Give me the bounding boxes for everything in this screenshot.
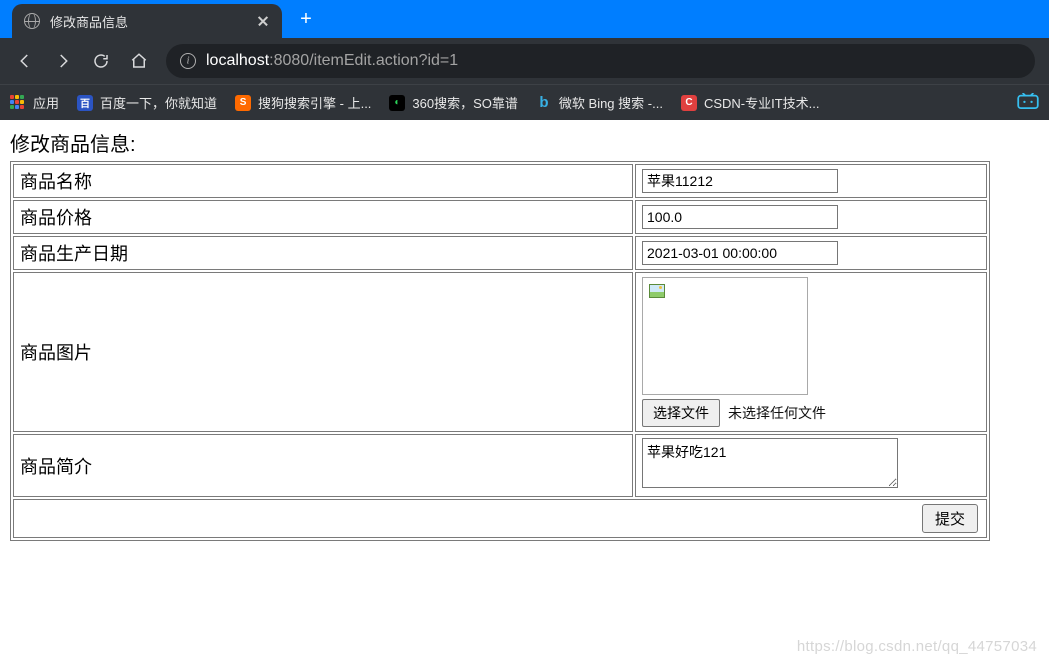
bookmark-label: 360搜索，SO靠谱 (412, 93, 517, 112)
input-price[interactable] (642, 205, 838, 229)
file-input-row: 选择文件 未选择任何文件 (642, 399, 980, 427)
bookmarks-bar: 应用 百 百度一下，你就知道 S 搜狗搜索引擎 - 上... ◐ 360搜索，S… (0, 84, 1049, 120)
forward-button[interactable] (46, 44, 80, 78)
back-button[interactable] (8, 44, 42, 78)
new-tab-button[interactable]: + (292, 5, 320, 33)
bookmark-label: 应用 (33, 93, 59, 112)
globe-icon (24, 13, 40, 29)
submit-button[interactable]: 提交 (922, 504, 978, 533)
apps-grid-icon (10, 95, 26, 111)
broken-image-icon (649, 284, 665, 298)
url-host: localhost (206, 52, 269, 69)
url-path: :8080/itemEdit.action?id=1 (269, 52, 458, 69)
bookmark-sogou[interactable]: S 搜狗搜索引擎 - 上... (235, 93, 371, 112)
so360-icon: ◐ (389, 95, 405, 111)
tab-strip: 修改商品信息 + (0, 0, 1049, 38)
label-date: 商品生产日期 (13, 236, 633, 270)
label-desc: 商品简介 (13, 434, 633, 497)
bookmark-label: 搜狗搜索引擎 - 上... (258, 93, 371, 112)
textarea-desc[interactable] (642, 438, 898, 488)
row-image: 商品图片 选择文件 未选择任何文件 (13, 272, 987, 432)
item-form-table: 商品名称 商品价格 商品生产日期 商品图片 选择文件 (10, 161, 990, 541)
reload-button[interactable] (84, 44, 118, 78)
row-desc: 商品简介 (13, 434, 987, 497)
browser-tab-active[interactable]: 修改商品信息 (12, 4, 282, 38)
bookmark-360[interactable]: ◐ 360搜索，SO靠谱 (389, 93, 517, 112)
bookmark-baidu[interactable]: 百 百度一下，你就知道 (77, 93, 217, 112)
bookmark-apps[interactable]: 应用 (10, 93, 59, 112)
bing-icon: b (536, 95, 552, 111)
bookmark-label: CSDN-专业IT技术... (704, 93, 820, 112)
file-status-text: 未选择任何文件 (728, 403, 826, 423)
bookmark-label: 百度一下，你就知道 (100, 93, 217, 112)
cell-date-value (635, 236, 987, 270)
bookmark-label: 微软 Bing 搜索 -... (559, 93, 663, 112)
input-name[interactable] (642, 169, 838, 193)
broken-image-placeholder (642, 277, 808, 395)
page-heading: 修改商品信息: (10, 128, 1039, 157)
input-date[interactable] (642, 241, 838, 265)
bookmark-bilibili[interactable] (1017, 93, 1039, 112)
choose-file-button[interactable]: 选择文件 (642, 399, 720, 427)
address-bar[interactable]: localhost:8080/itemEdit.action?id=1 (166, 44, 1035, 78)
bookmark-csdn[interactable]: C CSDN-专业IT技术... (681, 93, 820, 112)
row-price: 商品价格 (13, 200, 987, 234)
label-image: 商品图片 (13, 272, 633, 432)
cell-name-value (635, 164, 987, 198)
row-name: 商品名称 (13, 164, 987, 198)
cell-image-value: 选择文件 未选择任何文件 (635, 272, 987, 432)
sogou-icon: S (235, 95, 251, 111)
csdn-icon: C (681, 95, 697, 111)
label-price: 商品价格 (13, 200, 633, 234)
url-text: localhost:8080/itemEdit.action?id=1 (206, 52, 458, 70)
site-info-icon[interactable] (180, 53, 196, 69)
close-tab-icon[interactable] (256, 14, 270, 28)
browser-chrome: 修改商品信息 + localhost:8080/itemEdit.action?… (0, 0, 1049, 120)
cell-price-value (635, 200, 987, 234)
row-date: 商品生产日期 (13, 236, 987, 270)
cell-desc-value (635, 434, 987, 497)
row-submit: 提交 (13, 499, 987, 538)
bilibili-icon (1017, 93, 1039, 112)
browser-toolbar: localhost:8080/itemEdit.action?id=1 (0, 38, 1049, 84)
home-button[interactable] (122, 44, 156, 78)
label-name: 商品名称 (13, 164, 633, 198)
tab-title: 修改商品信息 (50, 12, 246, 31)
baidu-icon: 百 (77, 95, 93, 111)
cell-submit: 提交 (13, 499, 987, 538)
page-content: 修改商品信息: 商品名称 商品价格 商品生产日期 商品图片 (0, 120, 1049, 549)
watermark-text: https://blog.csdn.net/qq_44757034 (797, 638, 1037, 655)
bookmark-bing[interactable]: b 微软 Bing 搜索 -... (536, 93, 663, 112)
